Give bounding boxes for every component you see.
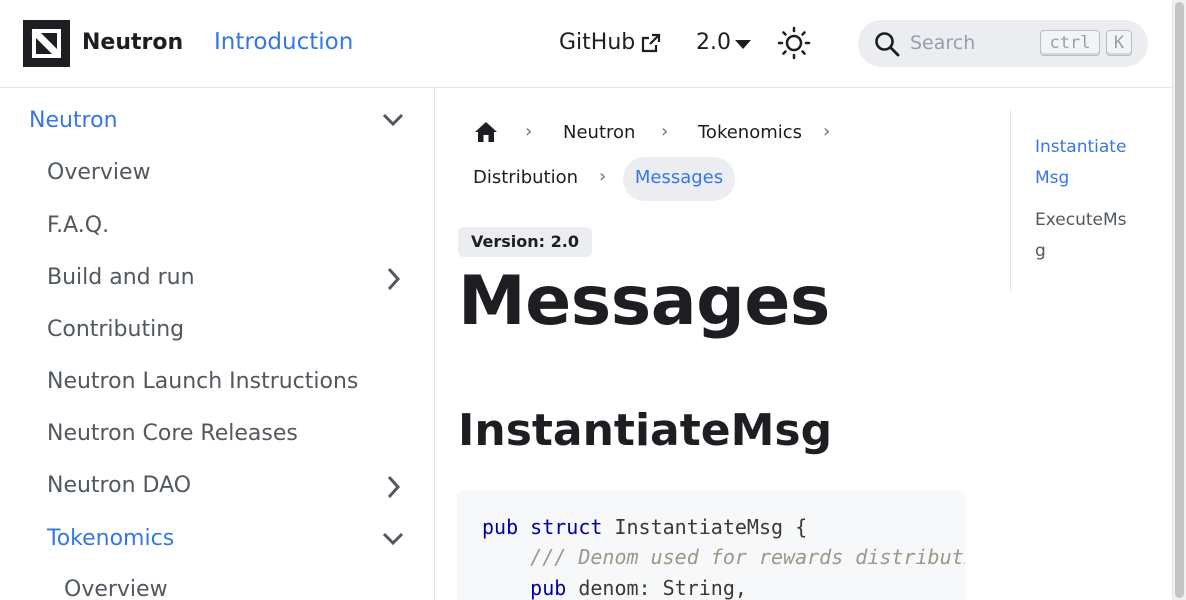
page-title: Messages [458, 262, 830, 341]
neutron-logo[interactable] [23, 20, 70, 67]
caret-down-icon[interactable] [735, 40, 751, 49]
search-icon [875, 32, 900, 57]
sidebar-item-build-and-run[interactable]: Build and run [47, 265, 195, 290]
sidebar: Neutron Overview F.A.Q. Build and run Co… [0, 88, 435, 600]
chevron-down-icon[interactable] [381, 531, 405, 547]
chevron-right-icon[interactable] [386, 474, 402, 500]
code-block[interactable]: pub struct InstantiateMsg { /// Denom us… [457, 490, 965, 600]
home-icon[interactable] [474, 121, 498, 143]
code-comment: /// Denom used for rewards distribution [530, 545, 965, 569]
code-text: InstantiateMsg { [602, 515, 808, 539]
breadcrumb-neutron[interactable]: Neutron [563, 122, 635, 143]
page-scrollbar[interactable] [1172, 0, 1186, 600]
sidebar-item-neutron[interactable]: Neutron [29, 108, 118, 133]
code-keyword: pub [530, 576, 567, 600]
toc-item-executemsg[interactable]: ExecuteMsg [1035, 205, 1135, 267]
sidebar-item-launch-instructions[interactable]: Neutron Launch Instructions [47, 369, 358, 394]
external-link-icon [641, 33, 661, 53]
search-box[interactable]: ctrl K [858, 20, 1148, 67]
sidebar-item-overview[interactable]: Overview [47, 160, 151, 185]
sidebar-item-tokenomics-overview[interactable]: Overview [64, 577, 168, 600]
nav-link-introduction[interactable]: Introduction [214, 29, 353, 55]
kbd-ctrl: ctrl [1040, 30, 1100, 56]
sun-icon[interactable] [777, 26, 811, 60]
sidebar-item-core-releases[interactable]: Neutron Core Releases [47, 421, 298, 446]
breadcrumb-separator-icon: › [661, 121, 669, 142]
navbar: Neutron Introduction GitHub 2.0 ctrl K [0, 0, 1172, 88]
sidebar-item-neutron-dao[interactable]: Neutron DAO [47, 473, 191, 498]
section-heading-instantiatemsg: InstantiateMsg [458, 405, 833, 456]
breadcrumb-separator-icon: › [525, 121, 533, 142]
sidebar-item-tokenomics[interactable]: Tokenomics [47, 526, 174, 551]
scrollbar-thumb[interactable] [1175, 2, 1184, 598]
breadcrumb-separator-icon: › [823, 121, 831, 142]
sidebar-item-faq[interactable]: F.A.Q. [47, 213, 109, 238]
code-line: /// Denom used for rewards distribution [482, 545, 965, 569]
search-input[interactable] [910, 31, 1040, 55]
breadcrumb-messages: Messages [623, 157, 735, 201]
code-line: pub struct InstantiateMsg { [482, 515, 807, 539]
code-line: pub denom: String, [482, 576, 747, 600]
code-text: denom: String, [566, 576, 747, 600]
chevron-right-icon[interactable] [386, 266, 402, 292]
chevron-down-icon[interactable] [381, 112, 405, 128]
kbd-k: K [1106, 30, 1132, 56]
breadcrumb-distribution[interactable]: Distribution [473, 167, 578, 188]
sidebar-item-contributing[interactable]: Contributing [47, 317, 184, 342]
code-keyword: struct [530, 515, 603, 539]
nav-link-github[interactable]: GitHub [559, 30, 635, 55]
toc-item-instantiatemsg[interactable]: InstantiateMsg [1035, 132, 1135, 194]
brand-name[interactable]: Neutron [82, 30, 183, 55]
table-of-contents: InstantiateMsg ExecuteMsg [1010, 110, 1160, 291]
breadcrumb-tokenomics[interactable]: Tokenomics [698, 122, 802, 143]
version-dropdown[interactable]: 2.0 [696, 30, 731, 55]
version-badge: Version: 2.0 [458, 227, 592, 257]
code-keyword: pub [482, 515, 519, 539]
breadcrumb-separator-icon: › [599, 166, 607, 187]
